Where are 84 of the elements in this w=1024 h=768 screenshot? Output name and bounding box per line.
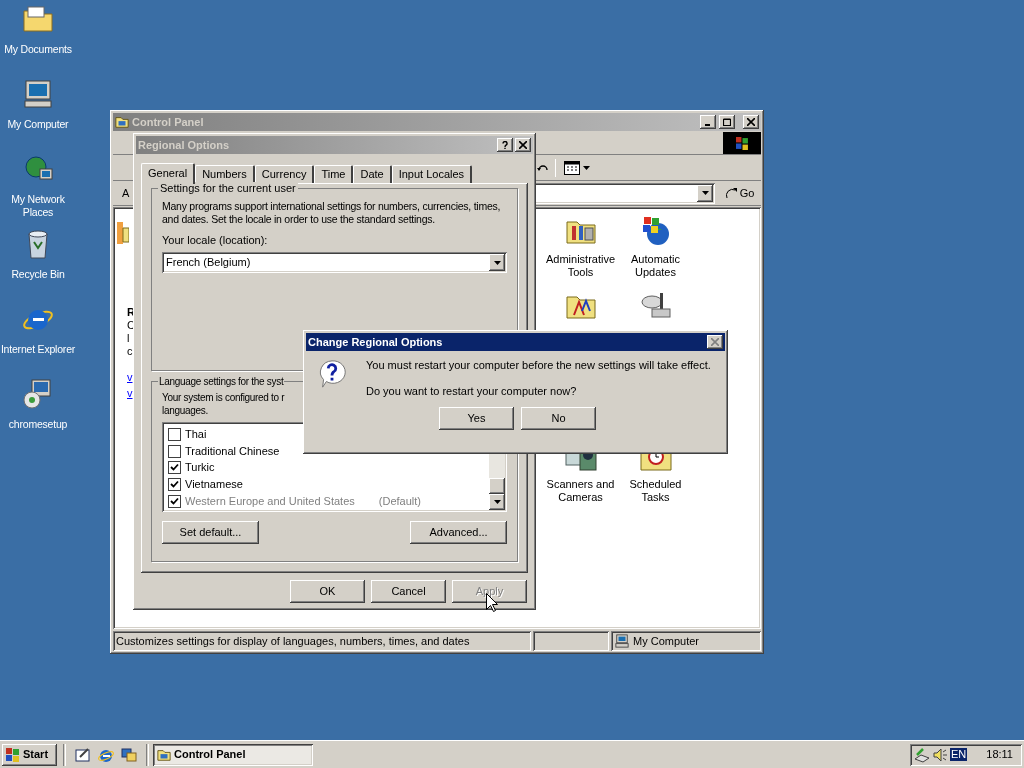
language-label: Traditional Chinese — [185, 444, 280, 458]
computer-icon — [22, 78, 54, 110]
dialog-button[interactable]: OK — [290, 580, 365, 603]
status-zone: My Computer — [611, 631, 761, 651]
folder-icon — [22, 3, 54, 35]
language-label: Western Europe and United States — [185, 495, 355, 509]
go-button[interactable]: Go — [719, 182, 761, 204]
language-label: Vietnamese — [185, 478, 243, 492]
locale-dropdown[interactable]: French (Belgium) — [162, 252, 507, 273]
desktop-icon-label[interactable]: My Network Places — [0, 193, 76, 219]
tab[interactable]: Currency — [254, 165, 315, 183]
setup-icon — [22, 378, 54, 410]
dialog-title: Regional Options — [138, 138, 231, 152]
close-button[interactable] — [743, 115, 759, 129]
maximize-button[interactable] — [719, 115, 735, 129]
caret-icon — [583, 165, 590, 170]
description-text: Your system is configured to r — [162, 391, 285, 404]
question-icon — [317, 358, 347, 390]
go-arrow-icon — [725, 187, 738, 199]
language-label: Turkic — [185, 461, 215, 475]
tab[interactable]: Numbers — [195, 165, 255, 183]
dialog-button[interactable]: Cancel — [371, 580, 446, 603]
window-switch-icon[interactable] — [121, 746, 137, 763]
windows-flag-icon — [5, 746, 21, 763]
network-icon[interactable] — [914, 746, 930, 763]
message-button[interactable]: No — [521, 407, 596, 430]
close-button[interactable] — [515, 138, 531, 152]
control-panel-item-label[interactable]: Scheduled Tasks — [618, 478, 693, 504]
language-label: Thai — [185, 427, 207, 441]
control-panel-icon — [157, 747, 171, 762]
dropdown-arrow-icon — [493, 260, 501, 265]
checkbox[interactable] — [168, 444, 181, 458]
minimize-button[interactable] — [700, 115, 716, 129]
set-default-button[interactable]: Set default... — [162, 521, 259, 544]
desktop-icon-label[interactable]: Internet Explorer — [0, 343, 76, 356]
desktop-icon-label[interactable]: Recycle Bin — [0, 268, 76, 281]
checkbox[interactable] — [168, 461, 181, 475]
start-button[interactable]: Start — [2, 743, 57, 766]
default-note: (Default) — [378, 495, 421, 509]
speaker-icon[interactable] — [932, 746, 948, 763]
desktop-icon-label[interactable]: My Computer — [0, 118, 76, 131]
tab[interactable]: Date — [353, 165, 392, 183]
dropdown-arrow-icon — [701, 191, 709, 195]
status-text: Customizes settings for display of languages, numbers, times, and dates — [113, 631, 531, 651]
message-button[interactable]: Yes — [439, 407, 514, 430]
clock: 18:11 — [986, 748, 1014, 761]
close-icon — [711, 338, 719, 346]
control-panel-icon — [115, 115, 129, 129]
description-text: languages. — [162, 404, 208, 417]
desktop-icon-label[interactable]: chromesetup — [0, 418, 76, 431]
message-box-title: Change Regional Options — [308, 335, 444, 349]
advanced-button[interactable]: Advanced... — [410, 521, 507, 544]
group-title: Settings for the current user — [158, 182, 298, 195]
description-text: l — [127, 332, 131, 345]
description-text: Many programs support international settings for numbers, currencies, times, and dates. Set the locale in order to use the standard settings. — [162, 200, 502, 226]
control-panel-item-label[interactable]: Automatic Updates — [618, 253, 693, 279]
desktop-icon[interactable] — [75, 746, 91, 763]
control-panel-item-label[interactable]: Administrative Tools — [543, 253, 618, 279]
tab[interactable]: Time — [314, 165, 354, 183]
message-text: You must restart your computer before the new settings will take effect. — [366, 359, 711, 372]
language-indicator[interactable]: EN — [950, 748, 968, 761]
tab[interactable]: Input Locales — [391, 165, 473, 183]
control-panel-item-label[interactable]: Scanners and Cameras — [543, 478, 618, 504]
field-label: Your locale (location): — [162, 234, 269, 247]
close-icon — [747, 118, 755, 126]
close-icon — [519, 141, 527, 149]
tab[interactable]: General — [141, 163, 196, 184]
group-title: Language settings for the syst — [158, 375, 285, 388]
maximize-icon — [723, 118, 731, 126]
help-button[interactable] — [497, 138, 513, 152]
checkbox[interactable] — [168, 427, 181, 441]
scroll-down-icon — [493, 500, 501, 504]
description-text: c — [127, 345, 134, 358]
views-button[interactable] — [562, 160, 592, 175]
taskbar-button[interactable]: Control Panel — [153, 743, 313, 766]
address-label: A — [122, 186, 130, 200]
window-title: Control Panel — [132, 115, 205, 129]
message-text: Do you want to restart your computer now? — [366, 385, 578, 398]
flag-icon — [735, 136, 749, 150]
checkbox[interactable] — [168, 478, 181, 492]
help-icon — [501, 141, 509, 149]
computer-icon — [615, 634, 629, 648]
views-icon — [564, 160, 580, 175]
desktop-icon-label[interactable]: My Documents — [0, 43, 76, 56]
